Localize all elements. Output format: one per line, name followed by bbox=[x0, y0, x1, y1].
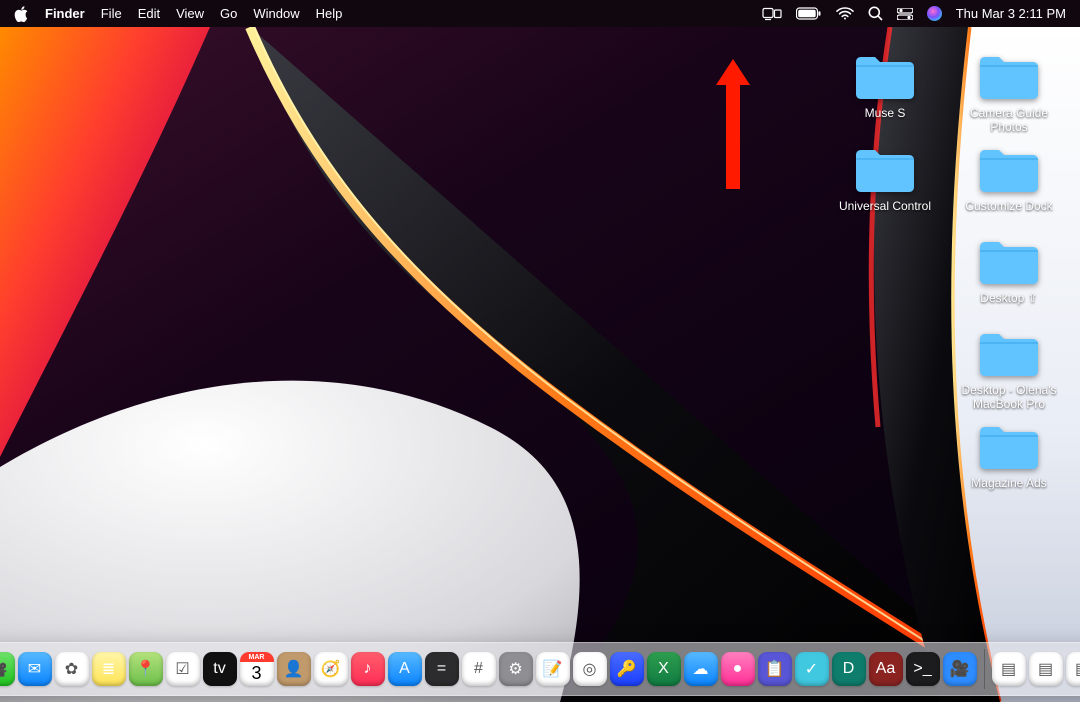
dock: 😀▦✉🎥✉✿≣📍☑tvMAR3👤🧭♪A=#⚙📝◎🔑X☁●📋✓DAa>_🎥▤▤▤▤… bbox=[0, 642, 1080, 696]
menubar-left: Finder File Edit View Go Window Help bbox=[14, 6, 342, 22]
folder-label: Customize Dock bbox=[965, 199, 1052, 227]
dock-app-zoom[interactable]: 🎥 bbox=[943, 652, 977, 686]
dock-app-settings[interactable]: ⚙ bbox=[499, 652, 533, 686]
menu-help[interactable]: Help bbox=[316, 6, 343, 21]
folder-desktop-olenas-mbp[interactable]: Desktop - Olena's MacBook Pro bbox=[954, 329, 1064, 412]
dock-app-todo[interactable]: ✓ bbox=[795, 652, 829, 686]
desktop[interactable]: Muse S Camera Guide Photos Universal Con… bbox=[0, 27, 1080, 702]
dock-app-chrome[interactable]: ◎ bbox=[573, 652, 607, 686]
battery-icon[interactable] bbox=[796, 7, 822, 20]
dock-app-music[interactable]: ♪ bbox=[351, 652, 385, 686]
siri-icon[interactable] bbox=[927, 6, 942, 21]
dock-app-doc3[interactable]: ▤ bbox=[1066, 652, 1080, 686]
menu-edit[interactable]: Edit bbox=[138, 6, 160, 21]
dock-app-doc1[interactable]: ▤ bbox=[992, 652, 1026, 686]
dock-app-dashlane[interactable]: D bbox=[832, 652, 866, 686]
apple-logo-icon[interactable] bbox=[14, 6, 29, 22]
dock-container: 😀▦✉🎥✉✿≣📍☑tvMAR3👤🧭♪A=#⚙📝◎🔑X☁●📋✓DAa>_🎥▤▤▤▤… bbox=[0, 642, 1080, 696]
dock-app-slack[interactable]: # bbox=[462, 652, 496, 686]
dock-separator bbox=[984, 649, 985, 689]
menu-view[interactable]: View bbox=[176, 6, 204, 21]
dock-app-doc2[interactable]: ▤ bbox=[1029, 652, 1063, 686]
folder-label: Desktop - Olena's MacBook Pro bbox=[954, 383, 1064, 412]
menu-window[interactable]: Window bbox=[253, 6, 299, 21]
folder-magazine-ads[interactable]: Magazine Ads bbox=[954, 422, 1064, 504]
dock-app-photos[interactable]: ✿ bbox=[55, 652, 89, 686]
annotation-arrow-icon bbox=[716, 59, 750, 189]
menubar-right: Thu Mar 3 2:11 PM bbox=[762, 6, 1066, 21]
dock-app-clipboard[interactable]: 📋 bbox=[758, 652, 792, 686]
folder-label: Desktop ⇧ bbox=[980, 291, 1037, 319]
dock-app-safari[interactable]: 🧭 bbox=[314, 652, 348, 686]
dock-app-appstore[interactable]: A bbox=[388, 652, 422, 686]
folder-label: Camera Guide Photos bbox=[954, 106, 1064, 135]
dock-app-terminal[interactable]: >_ bbox=[906, 652, 940, 686]
folder-customize-dock[interactable]: Customize Dock bbox=[954, 145, 1064, 227]
folder-desktop[interactable]: Desktop ⇧ bbox=[954, 237, 1064, 319]
desktop-folder-grid: Muse S Camera Guide Photos Universal Con… bbox=[830, 52, 1070, 504]
dock-app-recording[interactable]: ● bbox=[721, 652, 755, 686]
dock-app-textedit[interactable]: 📝 bbox=[536, 652, 570, 686]
folder-camera-guide-photos[interactable]: Camera Guide Photos bbox=[954, 52, 1064, 135]
dock-app-notes[interactable]: ≣ bbox=[92, 652, 126, 686]
menu-go[interactable]: Go bbox=[220, 6, 237, 21]
dock-app-facetime[interactable]: 🎥 bbox=[0, 652, 15, 686]
menubar-clock[interactable]: Thu Mar 3 2:11 PM bbox=[956, 6, 1066, 21]
menu-file[interactable]: File bbox=[101, 6, 122, 21]
wifi-icon[interactable] bbox=[836, 7, 854, 20]
dock-app-calendar[interactable]: MAR3 bbox=[240, 652, 274, 686]
folder-label: Universal Control bbox=[839, 199, 931, 227]
dock-app-maps[interactable]: 📍 bbox=[129, 652, 163, 686]
folder-label: Muse S bbox=[865, 106, 906, 134]
dock-app-appletv[interactable]: tv bbox=[203, 652, 237, 686]
control-center-icon[interactable] bbox=[897, 8, 913, 20]
dock-app-calculator[interactable]: = bbox=[425, 652, 459, 686]
dock-app-contacts[interactable]: 👤 bbox=[277, 652, 311, 686]
dock-app-reminders[interactable]: ☑ bbox=[166, 652, 200, 686]
universal-control-icon[interactable] bbox=[762, 7, 782, 21]
dock-app-1password[interactable]: 🔑 bbox=[610, 652, 644, 686]
folder-label: Magazine Ads bbox=[971, 476, 1046, 504]
menubar: Finder File Edit View Go Window Help Thu… bbox=[0, 0, 1080, 27]
folder-universal-control[interactable]: Universal Control bbox=[830, 145, 940, 227]
folder-muse-s[interactable]: Muse S bbox=[830, 52, 940, 135]
dock-app-dictionary[interactable]: Aa bbox=[869, 652, 903, 686]
dock-app-onedrive[interactable]: ☁ bbox=[684, 652, 718, 686]
dock-app-mail[interactable]: ✉ bbox=[18, 652, 52, 686]
dock-app-excel[interactable]: X bbox=[647, 652, 681, 686]
search-icon[interactable] bbox=[868, 6, 883, 21]
app-name[interactable]: Finder bbox=[45, 6, 85, 21]
